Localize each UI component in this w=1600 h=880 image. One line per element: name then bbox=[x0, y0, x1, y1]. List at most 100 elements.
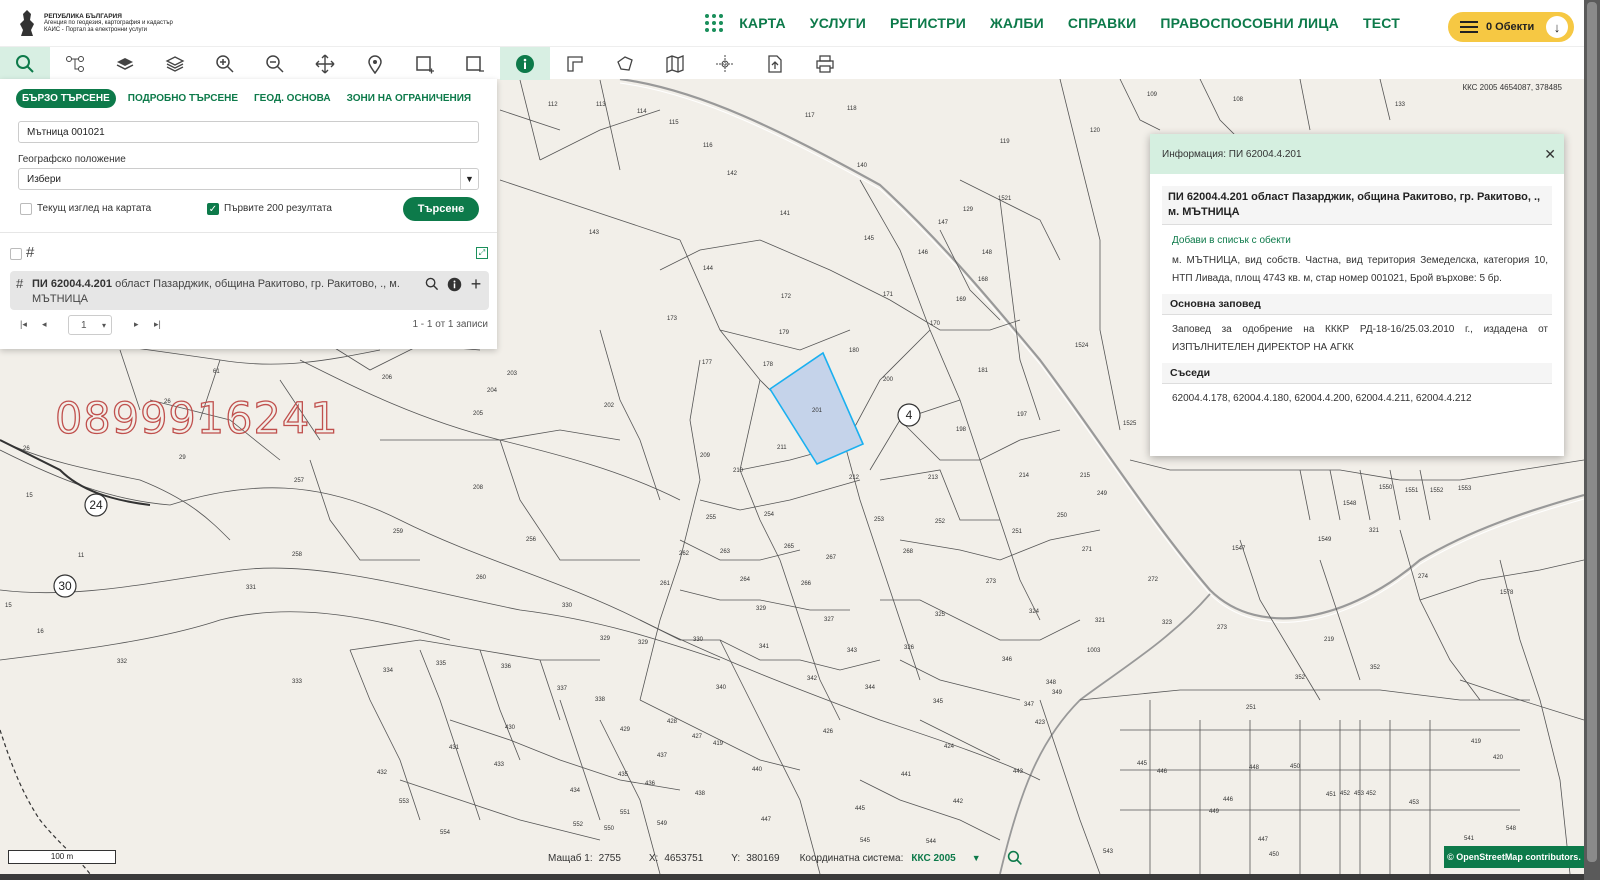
svg-text:30: 30 bbox=[58, 579, 72, 593]
scale-bar: 100 m bbox=[8, 850, 116, 864]
tab-quick-search[interactable]: БЪРЗО ТЪРСЕНЕ bbox=[16, 89, 116, 108]
close-icon[interactable]: ✕ bbox=[1544, 146, 1556, 163]
svg-text:429: 429 bbox=[620, 727, 631, 733]
svg-text:445: 445 bbox=[1137, 761, 1148, 767]
scrollbar-thumb[interactable] bbox=[1587, 2, 1597, 862]
print-tool[interactable] bbox=[800, 47, 850, 80]
y-value: 380169 bbox=[746, 852, 780, 864]
tab-restriction-zones[interactable]: ЗОНИ НА ОГРАНИЧЕНИЯ bbox=[347, 93, 471, 104]
search-tabs: БЪРЗО ТЪРСЕНЕ ПОДРОБНО ТЪРСЕНЕ ГЕОД. ОСН… bbox=[16, 89, 487, 108]
export-icon bbox=[768, 54, 782, 73]
svg-text:443: 443 bbox=[1013, 769, 1024, 775]
svg-text:1578: 1578 bbox=[1500, 590, 1514, 596]
coord-system-dropdown-icon[interactable]: ▼ bbox=[972, 853, 981, 863]
first-200-checkbox[interactable]: ✓ bbox=[207, 203, 219, 215]
zoom-to-result-icon[interactable] bbox=[422, 274, 442, 294]
geo-position-label: Географско положение bbox=[18, 154, 126, 165]
pan-tool[interactable] bbox=[300, 47, 350, 80]
svg-text:146: 146 bbox=[918, 250, 929, 256]
last-page-icon[interactable]: ▸| bbox=[154, 319, 161, 330]
osm-attribution[interactable]: © OpenStreetMap contributors. bbox=[1444, 846, 1584, 868]
layers-stack-tool[interactable] bbox=[150, 47, 200, 80]
svg-text:215: 215 bbox=[1080, 473, 1091, 479]
tab-geod-base[interactable]: ГЕОД. ОСНОВА bbox=[254, 93, 331, 104]
coord-system-value[interactable]: ККС 2005 bbox=[911, 853, 955, 864]
svg-text:449: 449 bbox=[1209, 809, 1220, 815]
svg-text:212: 212 bbox=[849, 475, 860, 481]
search-tool[interactable] bbox=[0, 47, 50, 80]
objects-cart-button[interactable]: 0 Обекти ↓ bbox=[1448, 12, 1574, 42]
x-value: 4653751 bbox=[664, 852, 704, 864]
svg-text:145: 145 bbox=[864, 236, 875, 242]
svg-text:201: 201 bbox=[812, 408, 823, 414]
geo-position-select[interactable]: Избери ▼ bbox=[18, 168, 479, 190]
pin-tool[interactable] bbox=[350, 47, 400, 80]
svg-text:433: 433 bbox=[494, 762, 505, 768]
tab-advanced-search[interactable]: ПОДРОБНО ТЪРСЕНЕ bbox=[128, 93, 238, 104]
svg-text:330: 330 bbox=[693, 637, 704, 643]
svg-text:335: 335 bbox=[436, 661, 447, 667]
next-page-icon[interactable]: ▸ bbox=[134, 319, 139, 330]
svg-text:326: 326 bbox=[904, 645, 915, 651]
export-tool[interactable] bbox=[750, 47, 800, 80]
current-view-checkbox[interactable] bbox=[20, 203, 32, 215]
search-panel: БЪРЗО ТЪРСЕНЕ ПОДРОБНО ТЪРСЕНЕ ГЕОД. ОСН… bbox=[0, 79, 497, 349]
tree-tool[interactable] bbox=[50, 47, 100, 80]
add-result-icon[interactable]: + bbox=[466, 274, 486, 294]
result-info-icon[interactable] bbox=[444, 274, 464, 294]
measure-tool[interactable] bbox=[550, 47, 600, 80]
nav-map[interactable]: КАРТА bbox=[739, 15, 786, 31]
svg-text:261: 261 bbox=[660, 581, 671, 587]
svg-text:141: 141 bbox=[780, 211, 791, 217]
svg-text:144: 144 bbox=[703, 266, 714, 272]
menu-icon bbox=[1460, 21, 1478, 33]
coordinate-readout: ККС 2005 4654087, 378485 bbox=[1462, 83, 1562, 92]
svg-text:331: 331 bbox=[246, 585, 257, 591]
apps-grid-icon[interactable] bbox=[705, 14, 724, 32]
search-icon[interactable] bbox=[1007, 850, 1023, 866]
nav-reports[interactable]: СПРАВКИ bbox=[1068, 15, 1137, 31]
crosshair-tool[interactable] bbox=[700, 47, 750, 80]
svg-text:169: 169 bbox=[956, 297, 967, 303]
svg-text:120: 120 bbox=[1090, 128, 1101, 134]
pan-icon bbox=[315, 54, 335, 73]
deselect-rect-tool[interactable] bbox=[450, 47, 500, 80]
nav-licensed-persons[interactable]: ПРАВОСПОСОБНИ ЛИЦА bbox=[1160, 15, 1339, 31]
svg-text:329: 329 bbox=[756, 606, 767, 612]
nav-complaints[interactable]: ЖАЛБИ bbox=[990, 15, 1044, 31]
select-rect-tool[interactable] bbox=[400, 47, 450, 80]
logo-line-2: Агенция по геодезия, картография и кадас… bbox=[44, 19, 173, 26]
chevron-down-icon: ▾ bbox=[101, 320, 106, 330]
zoom-in-tool[interactable] bbox=[200, 47, 250, 80]
page-scrollbar[interactable] bbox=[1584, 0, 1600, 880]
nav-services[interactable]: УСЛУГИ bbox=[810, 15, 866, 31]
svg-text:453: 453 bbox=[1409, 800, 1420, 806]
map-toolbar bbox=[0, 46, 1584, 80]
geo-position-value: Избери bbox=[27, 173, 61, 185]
svg-text:177: 177 bbox=[702, 360, 713, 366]
page-select[interactable]: 1 ▾ bbox=[68, 315, 112, 335]
svg-text:267: 267 bbox=[826, 555, 837, 561]
polygon-tool[interactable] bbox=[600, 47, 650, 80]
search-button[interactable]: Търсене bbox=[403, 197, 479, 221]
prev-page-icon[interactable]: ◂ bbox=[42, 319, 47, 330]
expand-icon[interactable]: ⤢ bbox=[476, 247, 488, 259]
select-all-checkbox[interactable] bbox=[10, 248, 22, 260]
agency-logo[interactable]: РЕПУБЛИКА БЪЛГАРИЯ Агенция по геодезия, … bbox=[16, 8, 173, 38]
first-page-icon[interactable]: |◂ bbox=[20, 319, 27, 330]
print-icon bbox=[816, 54, 834, 73]
svg-text:352: 352 bbox=[1370, 665, 1381, 671]
svg-text:273: 273 bbox=[986, 579, 997, 585]
svg-text:548: 548 bbox=[1506, 826, 1517, 832]
nav-test[interactable]: ТЕСТ bbox=[1363, 15, 1400, 31]
add-to-list-link[interactable]: Добави в списък с обекти bbox=[1172, 235, 1564, 246]
layers-tool[interactable] bbox=[100, 47, 150, 80]
result-row[interactable]: # ПИ 62004.4.201 област Пазарджик, общин… bbox=[10, 271, 489, 310]
zoom-out-tool[interactable] bbox=[250, 47, 300, 80]
nav-registers[interactable]: РЕГИСТРИ bbox=[890, 15, 966, 31]
svg-text:338: 338 bbox=[595, 697, 606, 703]
map-tool[interactable] bbox=[650, 47, 700, 80]
search-input[interactable]: Мътница 001021 bbox=[18, 121, 479, 143]
info-tool[interactable] bbox=[500, 47, 550, 80]
polygon-icon bbox=[617, 55, 633, 71]
